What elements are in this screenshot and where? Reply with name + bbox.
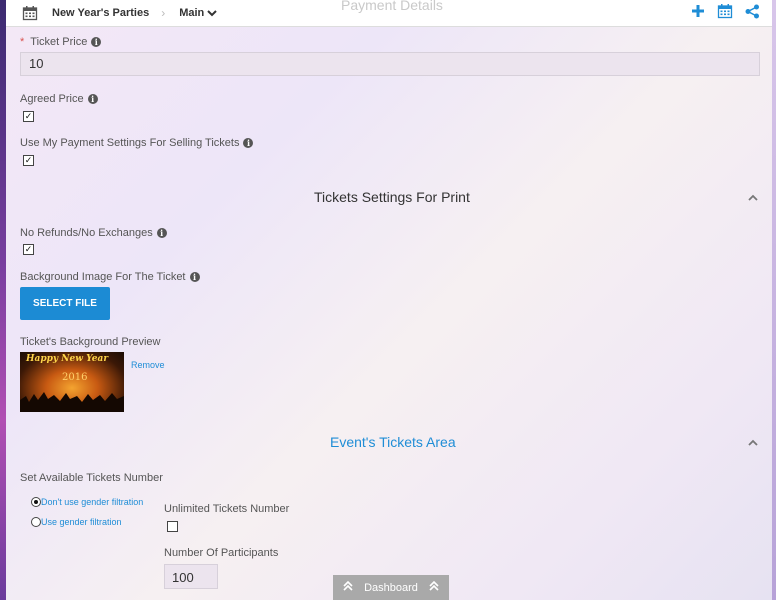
preview-image-text: Happy New Year: [26, 354, 109, 364]
radio-no-gender-filter-label[interactable]: Don't use gender filtration: [41, 497, 143, 507]
info-icon[interactable]: i: [87, 94, 98, 104]
chevron-down-icon: [207, 10, 217, 17]
breadcrumb-section-dropdown[interactable]: Main: [179, 7, 217, 19]
agreed-price-label-text: Agreed Price: [20, 93, 84, 105]
ticket-price-label-text: Ticket Price: [30, 36, 88, 48]
ticket-background-preview-image: Happy New Year 2016: [20, 352, 124, 412]
dashboard-toggle-button[interactable]: Dashboard: [333, 575, 449, 600]
use-payment-settings-checkbox[interactable]: ✓: [23, 155, 34, 166]
breadcrumb-section-label: Main: [179, 7, 205, 19]
share-icon[interactable]: [745, 3, 760, 19]
info-icon[interactable]: i: [91, 37, 102, 47]
use-payment-settings-label: Use My Payment Settings For Selling Tick…: [20, 137, 254, 149]
required-marker: *: [20, 36, 25, 48]
collapse-chevron-icon[interactable]: [748, 437, 758, 449]
breadcrumb-event[interactable]: New Year's Parties: [52, 7, 149, 19]
plus-icon[interactable]: [691, 3, 705, 19]
bg-image-label-text: Background Image For The Ticket: [20, 271, 186, 283]
double-chevron-up-icon: [343, 580, 353, 594]
no-refunds-label: No Refunds/No Exchanges i: [20, 227, 167, 239]
bg-image-label: Background Image For The Ticket i: [20, 271, 200, 283]
breadcrumb-separator-icon: ›: [161, 6, 166, 20]
ticket-price-input[interactable]: 10: [20, 52, 760, 76]
double-chevron-up-icon: [429, 580, 439, 594]
radio-gender-filter-label[interactable]: Use gender filtration: [41, 517, 122, 527]
right-scrollbar[interactable]: [772, 0, 776, 600]
participants-label: Number Of Participants: [164, 547, 279, 559]
preview-label: Ticket's Background Preview: [20, 336, 161, 348]
ghost-section-title: Payment Details: [341, 0, 443, 13]
participants-input[interactable]: 100: [164, 564, 218, 589]
remove-link[interactable]: Remove: [131, 360, 165, 370]
preview-image-year: 2016: [62, 372, 88, 383]
unlimited-tickets-label: Unlimited Tickets Number: [164, 503, 290, 515]
agreed-price-checkbox[interactable]: ✓: [23, 111, 34, 122]
radio-gender-filter[interactable]: [31, 517, 41, 527]
select-file-button[interactable]: SELECT FILE: [20, 287, 110, 320]
available-tickets-label: Set Available Tickets Number: [20, 472, 163, 484]
print-settings-title: Tickets Settings For Print: [314, 189, 470, 205]
ticket-price-label: * Ticket Price i: [20, 36, 102, 48]
calendar-icon[interactable]: [717, 3, 733, 19]
calendar-icon[interactable]: [22, 5, 38, 21]
unlimited-tickets-checkbox[interactable]: ✓: [167, 521, 178, 532]
no-refunds-label-text: No Refunds/No Exchanges: [20, 227, 153, 239]
toolbar-actions: [691, 3, 760, 19]
top-navbar: New Year's Parties › Main Payment Detail…: [6, 0, 772, 27]
dashboard-label: Dashboard: [364, 581, 418, 594]
info-icon[interactable]: i: [156, 228, 167, 238]
info-icon[interactable]: i: [243, 138, 254, 148]
agreed-price-label: Agreed Price i: [20, 93, 98, 105]
left-edge-strip: [0, 0, 6, 600]
collapse-chevron-icon[interactable]: [748, 192, 758, 204]
radio-no-gender-filter[interactable]: [31, 497, 41, 507]
info-icon[interactable]: i: [189, 272, 200, 282]
tickets-area-title: Event's Tickets Area: [330, 434, 456, 450]
no-refunds-checkbox[interactable]: ✓: [23, 244, 34, 255]
use-payment-settings-label-text: Use My Payment Settings For Selling Tick…: [20, 137, 240, 149]
